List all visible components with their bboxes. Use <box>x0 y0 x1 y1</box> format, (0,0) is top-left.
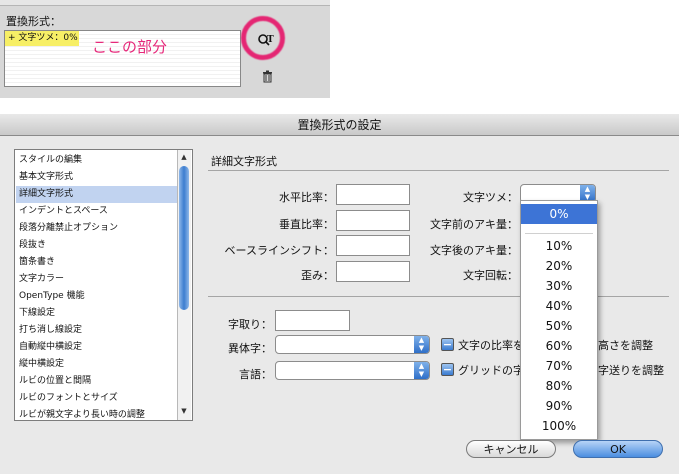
list-item[interactable]: 基本文字形式 <box>19 169 179 186</box>
dropdown-option[interactable]: 100% <box>521 416 597 436</box>
dropdown-option[interactable]: 0% <box>521 204 597 224</box>
dropdown-option[interactable]: 20% <box>521 256 597 276</box>
dropdown-option[interactable]: 50% <box>521 316 597 336</box>
select-arrows-icon: ▲ ▼ <box>414 336 429 353</box>
panel-divider <box>0 0 330 6</box>
baseline-shift-input[interactable] <box>336 235 410 256</box>
list-item[interactable]: ルビのフォントとサイズ <box>19 390 179 407</box>
adjust-ratio-checkbox[interactable]: − <box>441 338 454 351</box>
space-after-label: 文字後のアキ量： <box>430 244 518 257</box>
horizontal-scale-label: 水平比率： <box>279 191 334 204</box>
list-item[interactable]: 自動縦中横設定 <box>19 339 179 356</box>
dropdown-option[interactable]: 30% <box>521 276 597 296</box>
adjust-ratio-label-b: 高さを調整 <box>598 339 653 352</box>
section-divider <box>208 170 669 171</box>
section-title: 詳細文字形式 <box>211 155 277 168</box>
horizontal-scale-input[interactable] <box>336 184 410 205</box>
list-item[interactable]: OpenType 機能 <box>19 288 179 305</box>
replace-format-label: 置換形式： <box>6 15 61 28</box>
vertical-scale-input[interactable] <box>336 210 410 231</box>
list-item[interactable]: 文字カラー <box>19 271 179 288</box>
list-item[interactable]: ルビが親文字より長い時の調整 <box>19 407 179 424</box>
format-style-icon[interactable]: T <box>258 33 274 50</box>
dropdown-option[interactable]: 90% <box>521 396 597 416</box>
list-item-selected[interactable]: 詳細文字形式 <box>16 186 181 203</box>
scroll-down-icon[interactable]: ▼ <box>178 405 190 417</box>
vertical-scale-label: 垂直比率： <box>279 218 334 231</box>
ok-button[interactable]: OK <box>573 440 663 458</box>
list-item[interactable]: 段落分離禁止オプション <box>19 220 179 237</box>
list-item[interactable]: 段抜き <box>19 237 179 254</box>
list-item[interactable]: 打ち消し線設定 <box>19 322 179 339</box>
skew-label: 歪み： <box>301 269 334 282</box>
annotation-note: ここの部分 <box>92 38 168 56</box>
language-label: 言語： <box>239 368 272 381</box>
scroll-thumb[interactable] <box>179 166 189 310</box>
variant-select[interactable]: ▲ ▼ <box>275 335 430 354</box>
section-divider-lower <box>208 296 669 297</box>
svg-text:T: T <box>267 35 274 45</box>
dropdown-separator <box>525 233 593 234</box>
scroll-up-icon[interactable]: ▲ <box>178 151 190 163</box>
list-item[interactable]: 縦中横設定 <box>19 356 179 373</box>
grid-adjust-label-a: グリッドの字 <box>458 364 524 377</box>
grid-adjust-label-b: 字送りを調整 <box>598 364 664 377</box>
dropdown-option[interactable]: 60% <box>521 336 597 356</box>
select-arrows-icon: ▲ ▼ <box>414 362 429 379</box>
cancel-button[interactable]: キャンセル <box>466 440 556 458</box>
list-item[interactable]: ルビの位置と間隔 <box>19 373 179 390</box>
trash-icon[interactable] <box>262 70 273 86</box>
space-before-label: 文字前のアキ量： <box>430 218 518 231</box>
replace-format-item[interactable]: + 文字ツメ：0% <box>5 31 79 46</box>
grid-adjust-checkbox[interactable]: − <box>441 363 454 376</box>
list-item[interactable]: 箇条書き <box>19 254 179 271</box>
adjust-ratio-label-a: 文字の比率を <box>458 339 524 352</box>
variant-label: 異体字： <box>228 342 272 355</box>
list-item[interactable]: 下線設定 <box>19 305 179 322</box>
tsume-label: 文字ツメ： <box>463 191 518 204</box>
char-rotation-label: 文字回転： <box>463 269 518 282</box>
dropdown-option[interactable]: 70% <box>521 356 597 376</box>
dropdown-option[interactable]: 80% <box>521 376 597 396</box>
kerning-label: 字取り： <box>228 318 272 331</box>
kerning-input[interactable] <box>275 310 350 331</box>
tsume-dropdown-menu[interactable]: 0% 10% 20% 30% 40% 50% 60% 70% 80% 90% 1… <box>520 200 598 440</box>
category-list[interactable]: スタイルの編集 基本文字形式 詳細文字形式 インデントとスペース 段落分離禁止オ… <box>14 149 193 421</box>
language-select[interactable]: ▲ ▼ <box>275 361 430 380</box>
list-item[interactable]: スタイルの編集 <box>19 152 179 169</box>
dropdown-option[interactable]: 40% <box>521 296 597 316</box>
dropdown-option[interactable]: 10% <box>521 236 597 256</box>
skew-input[interactable] <box>336 261 410 282</box>
dialog-title: 置換形式の設定 <box>0 114 679 136</box>
baseline-shift-label: ベースラインシフト： <box>224 244 334 257</box>
list-item[interactable]: インデントとスペース <box>19 203 179 220</box>
